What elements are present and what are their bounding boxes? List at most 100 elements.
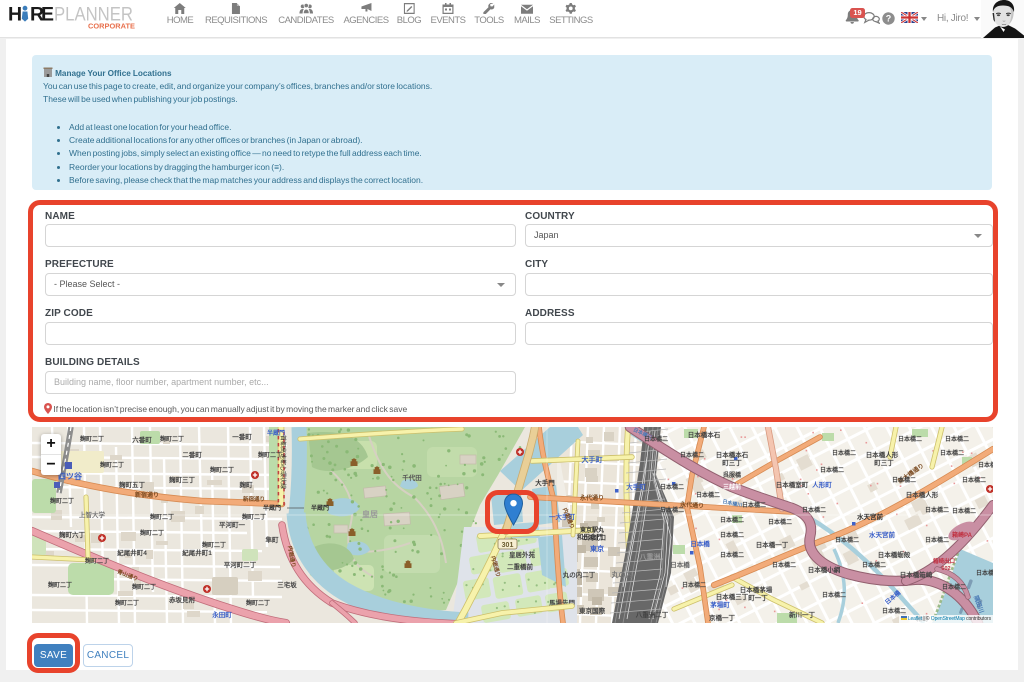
svg-text:日本橋二: 日本橋二 [862,561,886,569]
svg-text:日本橋二: 日本橋二 [892,476,916,484]
svg-text:箱崎出口: 箱崎出口 [933,557,955,565]
svg-text:麹町二丁: 麹町二丁 [159,435,184,443]
svg-text:日本橋二: 日本橋二 [682,581,706,589]
svg-text:麹町二丁: 麹町二丁 [241,513,266,521]
svg-text:602: 602 [941,566,950,572]
svg-text:皇居: 皇居 [362,509,378,519]
svg-text:東京駅丸: 東京駅丸 [580,526,605,534]
svg-text:麹町三丁: 麹町三丁 [168,475,196,484]
svg-text:紀尾井町4: 紀尾井町4 [117,548,147,557]
svg-text:日本橋二: 日本橋二 [660,506,684,514]
svg-text:麹町六丁: 麹町六丁 [58,530,86,539]
svg-text:日本橋人形: 日本橋人形 [906,490,939,499]
svg-text:町三丁: 町三丁 [874,459,894,467]
svg-text:日本橋二: 日本橋二 [962,476,986,484]
svg-text:日本橋二: 日本橋二 [720,551,744,559]
svg-text:日本橋本石: 日本橋本石 [688,430,721,439]
svg-text:東京国際: 東京国際 [579,606,606,615]
svg-text:日本橋二: 日本橋二 [940,449,964,457]
svg-text:麹町二丁: 麹町二丁 [84,557,109,565]
svg-text:日本橋二: 日本橋二 [820,466,844,474]
svg-text:平河町一: 平河町一 [219,520,246,529]
svg-text:の内北口: の内北口 [582,534,606,542]
svg-text:六番町: 六番町 [132,435,152,444]
svg-text:丸の内: 丸の内 [611,570,633,579]
svg-text:日本橋蛎殻: 日本橋蛎殻 [878,550,911,559]
svg-text:京橋一丁: 京橋一丁 [709,613,736,622]
svg-text:日本橋二: 日本橋二 [952,507,976,515]
svg-text:三越前: 三越前 [723,483,741,491]
svg-text:日本橋二: 日本橋二 [720,516,744,524]
svg-text:麹町二丁: 麹町二丁 [99,461,124,469]
svg-text:永代通り: 永代通り [579,494,604,502]
svg-text:麹町二丁: 麹町二丁 [49,497,74,505]
svg-text:大手町: 大手町 [582,455,603,464]
svg-text:新宿通り: 新宿通り [243,495,265,503]
svg-text:大手町: 大手町 [626,482,646,491]
svg-text:麹町二丁: 麹町二丁 [114,599,139,607]
svg-text:丸の内二丁: 丸の内二丁 [562,570,596,579]
svg-text:茅場町: 茅場町 [710,600,730,609]
svg-text:水天宮前: 水天宮前 [857,512,884,521]
svg-text:麹町二丁: 麹町二丁 [47,581,72,589]
svg-text:日本橋二: 日本橋二 [882,607,906,615]
svg-text:日本橋室町: 日本橋室町 [776,480,809,489]
svg-text:麹町: 麹町 [239,480,254,489]
svg-text:麹町二丁: 麹町二丁 [139,529,164,537]
svg-text:日本橋二: 日本橋二 [822,591,846,599]
svg-text:二重橋前: 二重橋前 [507,562,534,571]
svg-text:八重洲: 八重洲 [639,552,661,561]
svg-text:首都高速都心環状線: 首都高速都心環状線 [279,435,287,489]
svg-text:町三丁: 町三丁 [722,459,742,467]
svg-text:RE: RE [30,4,54,26]
svg-text:日本橋: 日本橋 [670,560,690,569]
svg-text:人形町: 人形町 [812,480,832,489]
svg-text:四ツ谷: 四ツ谷 [58,471,83,481]
svg-text:八重洲二丁: 八重洲二丁 [635,610,669,619]
svg-text:麹町二丁: 麹町二丁 [149,513,174,521]
svg-text:日本橋二: 日本橋二 [976,569,993,577]
svg-text:紀尾井町1: 紀尾井町1 [182,548,212,557]
svg-text:赤坂見附: 赤坂見附 [169,595,196,604]
svg-text:日本橋二: 日本橋二 [945,435,969,443]
svg-text:東京: 東京 [590,544,604,553]
svg-text:日本橋一丁: 日本橋一丁 [756,540,789,549]
svg-text:皇居外苑: 皇居外苑 [509,550,536,559]
svg-text:日本橋箱崎: 日本橋箱崎 [900,570,933,579]
svg-text:隼町: 隼町 [266,535,280,544]
svg-text:日本橋二: 日本橋二 [696,491,720,499]
svg-text:麹町二丁: 麹町二丁 [245,599,270,607]
svg-text:日本橋茅場: 日本橋茅場 [740,585,773,594]
svg-text:日本橋人形: 日本橋人形 [866,450,899,459]
svg-text:日本橋二: 日本橋二 [768,518,792,526]
svg-text:日本橋二: 日本橋二 [644,435,668,443]
svg-text:日本橋二: 日本橋二 [898,435,922,443]
svg-text:日本橋二: 日本橋二 [802,506,826,514]
svg-text:?: ? [886,14,892,24]
svg-text:二番町: 二番町 [182,450,202,459]
svg-text:麹町五丁: 麹町五丁 [118,480,146,489]
svg-text:日本橋小網: 日本橋小網 [808,565,841,574]
svg-text:町一丁: 町一丁 [748,594,768,602]
svg-text:日本橋二: 日本橋二 [720,531,744,539]
svg-text:日本橋二: 日本橋二 [660,483,684,491]
svg-text:箱崎PA: 箱崎PA [952,531,973,539]
svg-text:大手門: 大手門 [535,478,555,487]
svg-text:日本橋本石: 日本橋本石 [716,450,749,459]
svg-text:新川一丁: 新川一丁 [789,610,816,619]
svg-text:半蔵門: 半蔵門 [267,429,285,437]
svg-text:301: 301 [502,542,514,549]
svg-text:麹町二丁: 麹町二丁 [209,466,234,474]
svg-text:日本橋: 日本橋 [690,539,710,548]
svg-text:三宅坂: 三宅坂 [277,580,297,589]
svg-text:麹町二丁: 麹町二丁 [201,541,226,549]
svg-text:麹町二丁: 麹町二丁 [257,451,282,459]
svg-text:半蔵門: 半蔵門 [311,504,329,512]
svg-text:平河町二丁: 平河町二丁 [224,560,257,569]
svg-text:日本橋二: 日本橋二 [925,536,949,544]
svg-text:日本橋二: 日本橋二 [925,506,949,514]
svg-text:呉服橋: 呉服橋 [723,471,742,479]
svg-text:日本橋二: 日本橋二 [835,536,859,544]
svg-text:麹町二丁: 麹町二丁 [79,435,104,443]
svg-text:上智大学: 上智大学 [79,510,106,519]
